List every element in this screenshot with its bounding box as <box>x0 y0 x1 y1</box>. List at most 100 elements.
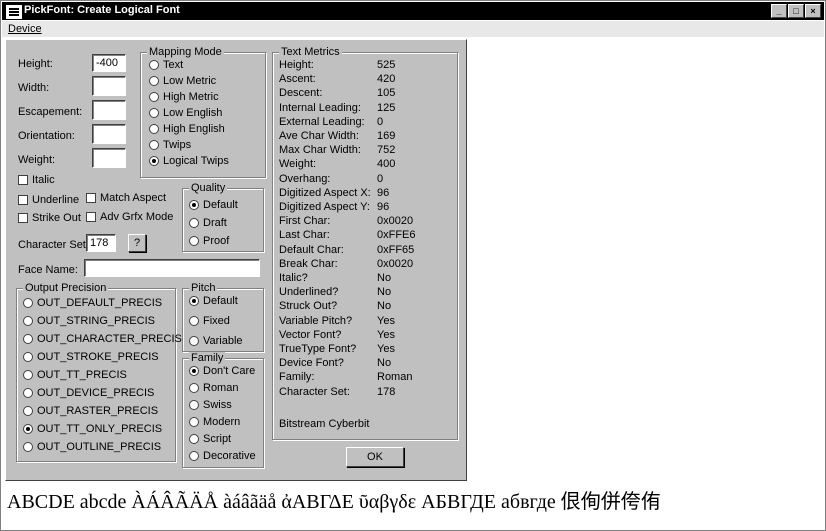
menu-device[interactable]: Device <box>8 23 42 35</box>
radio-icon <box>23 298 33 308</box>
app-menu-icon[interactable] <box>6 5 22 19</box>
metric-label: Default Char: <box>279 243 344 256</box>
metric-value: 0x0020 <box>377 215 414 228</box>
radio-icon <box>149 140 159 150</box>
mapping-logical-twips-radio[interactable]: Logical Twips <box>149 155 229 167</box>
out-tt-precis-radio[interactable]: OUT_TT_PRECIS <box>23 369 127 381</box>
out-stroke-precis-radio[interactable]: OUT_STROKE_PRECIS <box>23 351 159 363</box>
metric-value: 0x0020 <box>377 257 414 270</box>
metric-value: 400 <box>377 158 396 171</box>
out-tt-only-precis-radio[interactable]: OUT_TT_ONLY_PRECIS <box>23 423 162 435</box>
width-label: Width: <box>18 82 50 94</box>
radio-selected-icon <box>23 424 33 434</box>
metric-value: 420 <box>377 73 396 86</box>
create-font-dialog: Height: -400 Width: Escapement: Orientat… <box>5 39 467 481</box>
app-window: PickFont: Create Logical Font _ □ × Devi… <box>0 0 826 531</box>
metric-label: Internal Leading: <box>279 101 361 114</box>
face-name-field[interactable] <box>84 259 260 277</box>
match-aspect-checkbox[interactable]: Match Aspect <box>86 192 166 204</box>
mapping-high-english-radio[interactable]: High English <box>149 123 225 135</box>
weight-label: Weight: <box>18 154 56 166</box>
radio-icon <box>23 406 33 416</box>
radio-icon <box>149 76 159 86</box>
metric-value: 525 <box>377 59 396 71</box>
metric-label: Weight: <box>279 158 317 171</box>
family-roman-radio[interactable]: Roman <box>189 382 238 394</box>
checkbox-icon <box>18 195 28 205</box>
out-default-precis-radio[interactable]: OUT_DEFAULT_PRECIS <box>23 297 162 309</box>
strikeout-checkbox[interactable]: Strike Out <box>18 212 81 224</box>
metric-value: 178 <box>377 385 396 398</box>
metric-label: Last Char: <box>279 229 330 242</box>
metric-value: 96 <box>377 201 390 213</box>
character-set-field[interactable]: 178 <box>86 234 116 252</box>
metric-value: No <box>377 357 392 370</box>
title-bar[interactable]: PickFont: Create Logical Font _ □ × <box>2 2 824 20</box>
height-field[interactable]: -400 <box>92 54 126 72</box>
radio-icon <box>189 383 199 393</box>
mapping-low-english-radio[interactable]: Low English <box>149 107 222 119</box>
quality-default-radio[interactable]: Default <box>189 199 238 211</box>
radio-icon <box>189 236 199 246</box>
metric-value: Yes <box>377 343 395 355</box>
metric-value: Yes <box>377 328 395 341</box>
radio-icon <box>189 218 199 228</box>
metric-label: TrueType Font? <box>279 343 357 355</box>
metric-value: 0xFFE6 <box>377 229 416 242</box>
mapping-twips-radio[interactable]: Twips <box>149 139 191 151</box>
mapping-high-metric-radio[interactable]: High Metric <box>149 91 219 103</box>
mapping-mode-group: Mapping Mode Text Low Metric High Metric… <box>140 46 266 178</box>
out-raster-precis-radio[interactable]: OUT_RASTER_PRECIS <box>23 405 158 417</box>
weight-field[interactable] <box>92 148 126 168</box>
metric-label: Variable Pitch? <box>279 314 353 327</box>
out-device-precis-radio[interactable]: OUT_DEVICE_PRECIS <box>23 387 154 399</box>
quality-proof-radio[interactable]: Proof <box>189 235 229 247</box>
radio-icon <box>23 352 33 362</box>
radio-selected-icon <box>189 200 199 210</box>
family-script-radio[interactable]: Script <box>189 433 231 445</box>
radio-icon <box>189 417 199 427</box>
quality-group: Quality Default Draft Proof <box>182 182 264 252</box>
font-sample-text: ABCDE abcde ÀÁÂÃÄÅ àáâãäå ἀΑΒΓΔΕ ῦαβγδε … <box>7 491 661 513</box>
radio-icon <box>149 108 159 118</box>
family-modern-radio[interactable]: Modern <box>189 416 240 428</box>
pitch-fixed-radio[interactable]: Fixed <box>189 315 230 327</box>
close-button[interactable]: × <box>805 4 821 18</box>
radio-icon <box>149 92 159 102</box>
maximize-button[interactable]: □ <box>788 4 804 18</box>
minimize-button[interactable]: _ <box>771 4 787 18</box>
quality-draft-radio[interactable]: Draft <box>189 217 227 229</box>
orientation-field[interactable] <box>92 124 126 144</box>
radio-icon <box>23 370 33 380</box>
adv-gfx-mode-checkbox[interactable]: Adv Grfx Mode <box>86 211 173 223</box>
radio-icon <box>23 442 33 452</box>
window-title: PickFont: Create Logical Font <box>24 4 180 16</box>
pitch-variable-radio[interactable]: Variable <box>189 335 243 347</box>
italic-checkbox[interactable]: Italic <box>18 174 55 186</box>
out-outline-precis-radio[interactable]: OUT_OUTLINE_PRECIS <box>23 441 161 453</box>
family-decorative-radio[interactable]: Decorative <box>189 450 256 462</box>
family-group: Family Don't Care Roman Swiss Modern Scr… <box>182 352 264 468</box>
pitch-default-radio[interactable]: Default <box>189 295 238 307</box>
escapement-field[interactable] <box>92 100 126 120</box>
checkbox-icon <box>18 175 28 185</box>
underline-checkbox[interactable]: Underline <box>18 194 79 206</box>
ok-button[interactable]: OK <box>346 447 404 467</box>
metric-value: 0 <box>377 115 384 128</box>
mapping-low-metric-radio[interactable]: Low Metric <box>149 75 216 87</box>
width-field[interactable] <box>92 76 126 96</box>
metric-label: Underlined? <box>279 286 339 299</box>
metric-value: No <box>377 272 392 284</box>
out-character-precis-radio[interactable]: OUT_CHARACTER_PRECIS <box>23 333 182 345</box>
family-dont-care-radio[interactable]: Don't Care <box>189 365 255 377</box>
radio-icon <box>23 316 33 326</box>
metric-label: Vector Font? <box>279 328 342 341</box>
metric-label: Overhang: <box>279 172 331 185</box>
mapping-text-radio[interactable]: Text <box>149 59 183 71</box>
text-metrics-group: Text Metrics Height: 525 Ascent: 420 Descent… <box>272 46 458 440</box>
metric-value: No <box>377 286 392 299</box>
out-string-precis-radio[interactable]: OUT_STRING_PRECIS <box>23 315 155 327</box>
metric-value: 125 <box>377 101 396 114</box>
charset-help-button[interactable]: ? <box>128 234 146 252</box>
family-swiss-radio[interactable]: Swiss <box>189 399 232 411</box>
